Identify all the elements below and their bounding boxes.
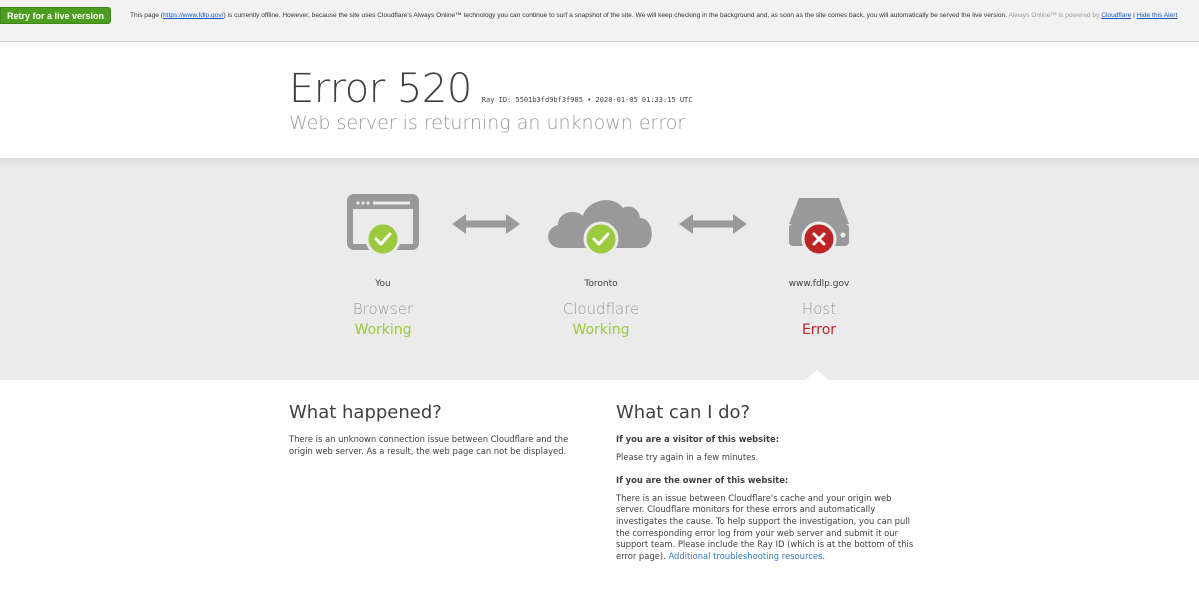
alert-text-before: This page ( (130, 12, 163, 19)
error-header: Error 520 Ray ID: 5501b3fd9bf3f985 • 202… (289, 68, 692, 134)
host-status: Error (801, 322, 837, 338)
browser-label: Browser (352, 300, 414, 318)
server-icon (789, 198, 849, 257)
owner-heading: If you are the owner of this website: (616, 475, 789, 486)
cloudflare-label: Cloudflare (562, 300, 640, 318)
alert-message: This page (https://www.fdlp.gov/) is cur… (130, 12, 1195, 20)
double-arrow-icon (452, 214, 520, 234)
cloudflare-status: Working (572, 322, 630, 338)
what-happened-heading: What happened? (289, 402, 442, 423)
browser-window-icon (347, 194, 419, 257)
cloudflare-location: Toronto (584, 279, 618, 289)
status-diagram: You Browser Working Toronto Cloudflare W… (0, 158, 1199, 380)
cloudflare-link[interactable]: Cloudflare (1101, 12, 1131, 19)
visitor-heading: If you are a visitor of this website: (616, 434, 780, 444)
what-can-i-do-heading: What can I do? (616, 402, 751, 423)
hide-alert-link[interactable]: Hide this Alert (1137, 12, 1178, 19)
cloud-icon (548, 200, 652, 257)
always-online-alert: Retry for a live version This page (http… (0, 0, 1199, 42)
powered-by-text: Always Online™ is powered by (1008, 12, 1102, 19)
ray-id: Ray ID: 5501b3fd9bf3f985 • 2020-01-05 01… (481, 96, 693, 104)
host-location: www.fdlp.gov (788, 279, 850, 289)
visitor-body: Please try again in a few minutes. (616, 451, 759, 462)
browser-location: You (375, 279, 391, 289)
troubleshooting-link[interactable]: Additional troubleshooting resources (668, 551, 822, 561)
owner-body: There is an issue between Cloudflare's c… (616, 493, 916, 563)
what-can-i-do-section: What can I do? If you are a visitor of t… (616, 402, 916, 562)
error-code: Error 520 (289, 66, 472, 112)
owner-body-end: . (822, 550, 826, 561)
what-happened-section: What happened? There is an unknown conne… (289, 402, 581, 457)
offline-page-link[interactable]: https://www.fdlp.gov/ (163, 12, 223, 19)
error-pointer-triangle (804, 370, 830, 381)
host-label: Host (801, 300, 837, 318)
double-arrow-icon (679, 214, 747, 234)
alert-text-after: ) is currently offline. However, because… (223, 12, 1009, 19)
error-subtitle: Web server is returning an unknown error (289, 112, 686, 134)
what-happened-body: There is an unknown connection issue bet… (289, 434, 569, 456)
retry-live-version-button[interactable]: Retry for a live version (0, 7, 112, 24)
browser-status: Working (354, 322, 412, 338)
